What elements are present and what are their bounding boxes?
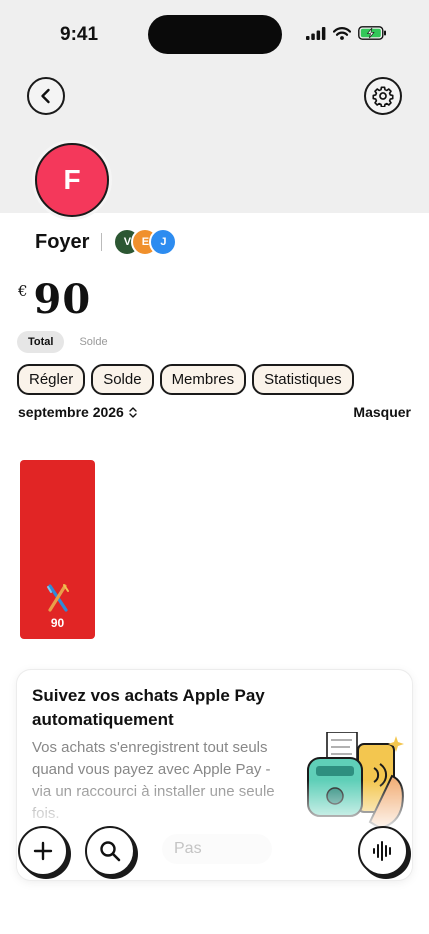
battery-charging-icon <box>358 26 386 40</box>
divider <box>101 233 103 251</box>
promo-title: Suivez vos achats Apple Pay automatiquem… <box>32 686 265 729</box>
dynamic-island <box>148 15 282 54</box>
back-button[interactable] <box>27 77 65 115</box>
plus-icon <box>33 841 53 861</box>
balance-button[interactable]: Solde <box>91 364 154 395</box>
group-avatar-letter: F <box>35 143 109 217</box>
action-chips: Régler Solde Membres Statistiques <box>17 364 354 395</box>
apple-pay-promo-card[interactable]: Suivez vos achats Apple Pay automatiquem… <box>17 670 412 880</box>
fork-knife-icon <box>47 584 69 612</box>
chevron-left-icon <box>41 88 50 104</box>
toggle-balance[interactable]: Solde <box>68 331 118 353</box>
settle-button[interactable]: Régler <box>17 364 86 395</box>
settings-button[interactable] <box>364 77 402 115</box>
status-time: 9:41 <box>60 24 99 45</box>
total-amount: € 90 <box>18 276 91 323</box>
amount-value: 90 <box>33 276 92 323</box>
group-header: Foyer V E J <box>35 228 178 256</box>
group-avatar[interactable]: F <box>32 140 112 220</box>
add-expense-button[interactable] <box>18 826 68 876</box>
wifi-icon <box>333 26 351 40</box>
gear-icon <box>372 86 394 107</box>
bar-value-label: 90 <box>50 616 65 630</box>
dismiss-promo-button[interactable]: Pas <box>162 834 272 864</box>
chevron-up-down-icon <box>129 406 137 418</box>
member-avatar: J <box>149 228 178 256</box>
search-icon <box>100 841 121 862</box>
period-label: septembre 2026 <box>18 404 124 420</box>
group-name: Foyer <box>35 230 90 253</box>
search-button[interactable] <box>85 826 135 876</box>
statistics-button[interactable]: Statistiques <box>252 364 354 395</box>
status-icons <box>306 26 387 40</box>
chart-bar-restaurant[interactable]: 90 <box>20 460 95 639</box>
member-avatars[interactable]: V E J <box>113 228 178 256</box>
waveform-icon <box>373 841 391 861</box>
currency-symbol: € <box>18 282 28 300</box>
members-button[interactable]: Membres <box>159 364 247 395</box>
card-fade-overlay <box>17 780 412 880</box>
period-selector[interactable]: septembre 2026 <box>18 404 138 420</box>
signal-icon <box>306 26 326 40</box>
hide-chart-button[interactable]: Masquer <box>353 404 411 420</box>
voice-input-button[interactable] <box>358 826 408 876</box>
toggle-total[interactable]: Total <box>17 331 65 353</box>
view-toggle: Total Solde <box>17 331 119 353</box>
